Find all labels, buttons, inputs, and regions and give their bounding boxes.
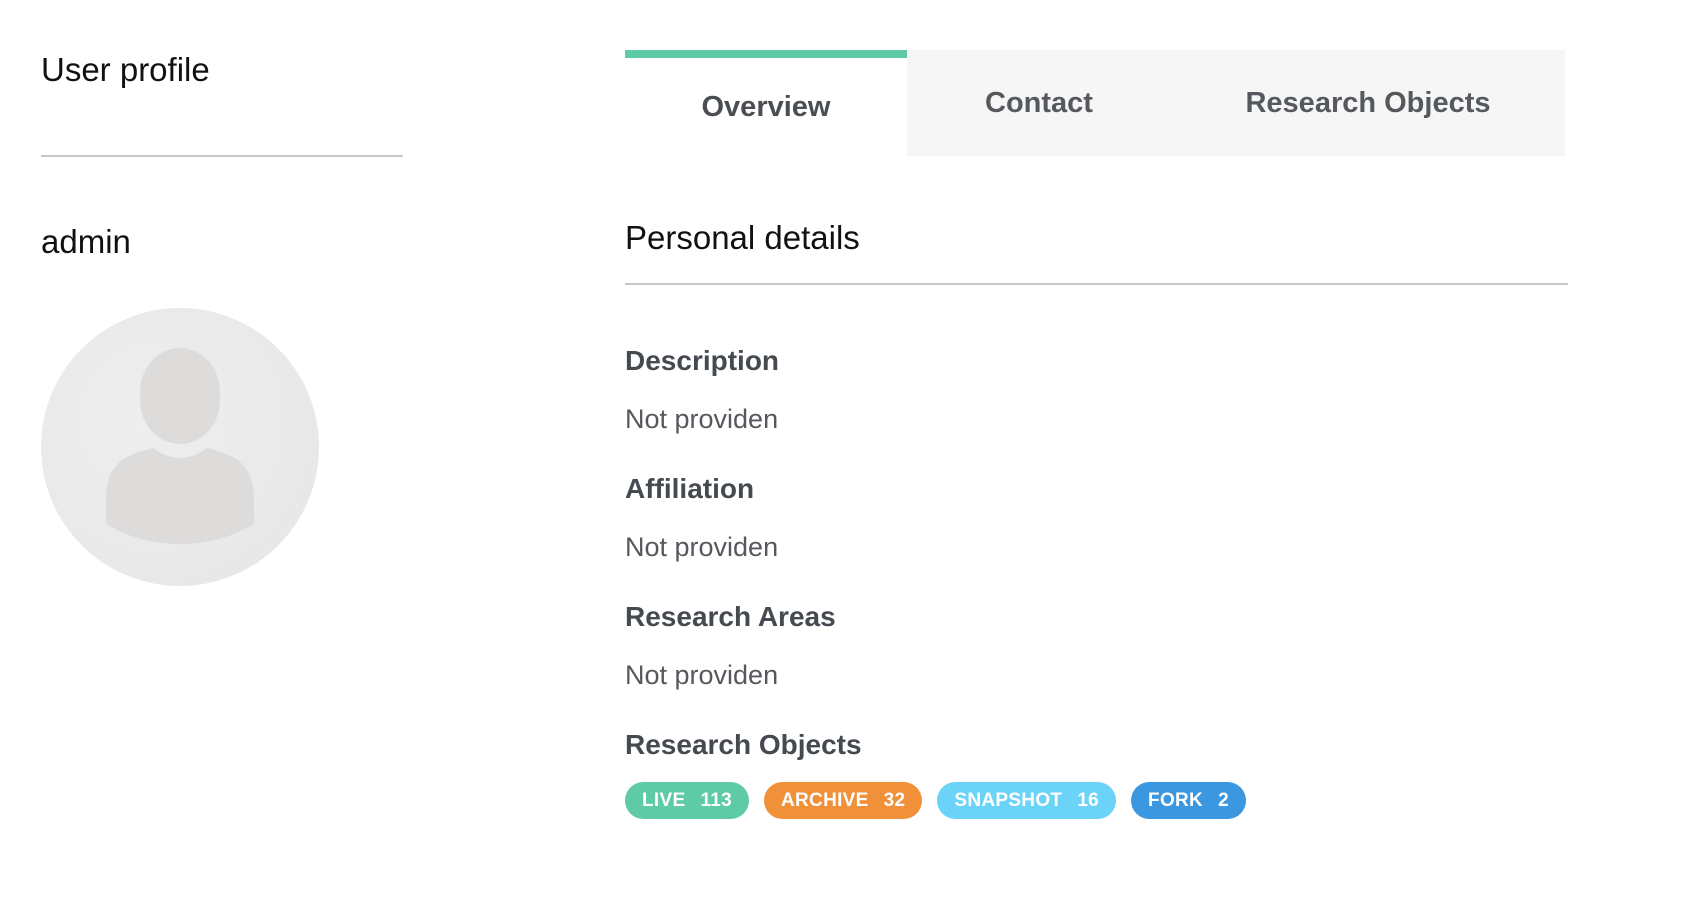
research-object-badges: LIVE 113 ARCHIVE 32 SNAPSHOT 16 FORK 2 <box>625 782 1246 819</box>
research-areas-value: Not providen <box>625 660 779 690</box>
profile-tabs: Overview Contact Research Objects <box>625 50 1565 156</box>
sidebar-divider <box>41 155 403 157</box>
snapshot-badge[interactable]: SNAPSHOT 16 <box>937 782 1117 819</box>
avatar <box>41 308 319 586</box>
archive-badge[interactable]: ARCHIVE 32 <box>764 782 923 819</box>
live-badge-label: LIVE <box>642 789 686 811</box>
archive-badge-count: 32 <box>883 789 906 811</box>
live-badge-count: 113 <box>700 789 732 811</box>
archive-badge-label: ARCHIVE <box>781 789 869 811</box>
user-silhouette-icon <box>106 348 254 544</box>
personal-details-heading: Personal details <box>625 219 860 256</box>
live-badge[interactable]: LIVE 113 <box>625 782 749 819</box>
research-objects-label: Research Objects <box>625 729 862 760</box>
research-areas-label: Research Areas <box>625 601 836 632</box>
section-divider <box>625 283 1568 285</box>
description-value: Not providen <box>625 404 779 434</box>
tab-overview[interactable]: Overview <box>625 50 907 156</box>
tab-contact[interactable]: Contact <box>907 50 1171 156</box>
user-profile-page: User profile admin Overview Contact Rese… <box>0 0 1692 914</box>
description-label: Description <box>625 345 780 376</box>
fork-badge-label: FORK <box>1148 789 1204 811</box>
snapshot-badge-label: SNAPSHOT <box>954 789 1063 811</box>
affiliation-value: Not providen <box>625 532 779 562</box>
fork-badge-count: 2 <box>1218 789 1229 811</box>
fork-badge[interactable]: FORK 2 <box>1131 782 1246 819</box>
sidebar-title: User profile <box>41 51 210 88</box>
tab-research-objects[interactable]: Research Objects <box>1171 50 1565 156</box>
snapshot-badge-count: 16 <box>1077 789 1100 811</box>
affiliation-label: Affiliation <box>625 473 755 504</box>
username: admin <box>41 223 131 260</box>
